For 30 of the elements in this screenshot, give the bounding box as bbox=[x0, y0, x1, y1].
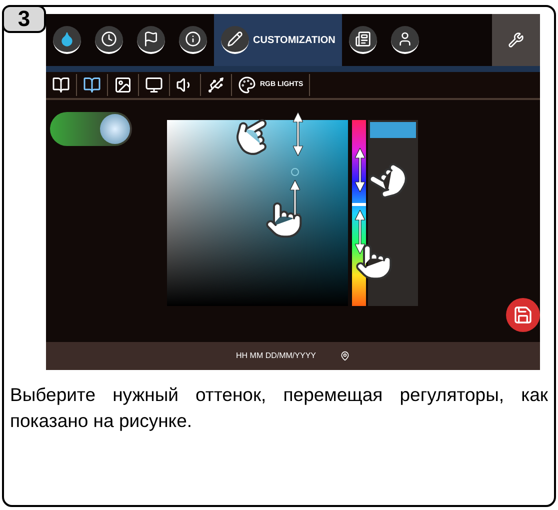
palette-icon bbox=[238, 76, 256, 94]
book-icon bbox=[52, 76, 70, 94]
picture-icon bbox=[114, 76, 132, 94]
save-icon bbox=[513, 305, 533, 325]
tab-icon bbox=[221, 26, 249, 54]
tab-icon bbox=[137, 26, 165, 54]
monitor-icon bbox=[145, 76, 163, 94]
hue-slider-thumb[interactable] bbox=[352, 202, 366, 206]
usb-icon bbox=[207, 76, 225, 94]
book-icon bbox=[83, 76, 101, 94]
color-swatch bbox=[370, 122, 416, 138]
tab-icon bbox=[179, 26, 207, 54]
double-arrow-icon bbox=[355, 148, 365, 192]
save-button[interactable] bbox=[506, 298, 540, 332]
tab-icon bbox=[53, 26, 81, 54]
settings-button[interactable] bbox=[492, 14, 540, 66]
caption-text: Выберите нужный оттенок, перемещая регуляторы, как показано на рисунке. bbox=[10, 383, 548, 433]
double-arrow-icon bbox=[293, 112, 303, 156]
color-gradient-square[interactable] bbox=[167, 120, 348, 306]
hand-pointer-icon bbox=[264, 200, 304, 240]
location-icon bbox=[340, 351, 350, 361]
wrench-icon bbox=[508, 32, 524, 48]
tab-icon bbox=[349, 26, 378, 54]
status-datetime: HH MM DD/MM/YYYY bbox=[236, 350, 316, 362]
picker-handle[interactable] bbox=[291, 168, 299, 176]
tab-icon bbox=[391, 26, 420, 54]
step-number-badge: 3 bbox=[2, 5, 46, 33]
menu-tab[interactable]: CUSTOMIZATION bbox=[214, 14, 342, 66]
tab-icon bbox=[95, 26, 123, 54]
toggle-switch[interactable] bbox=[50, 112, 132, 146]
